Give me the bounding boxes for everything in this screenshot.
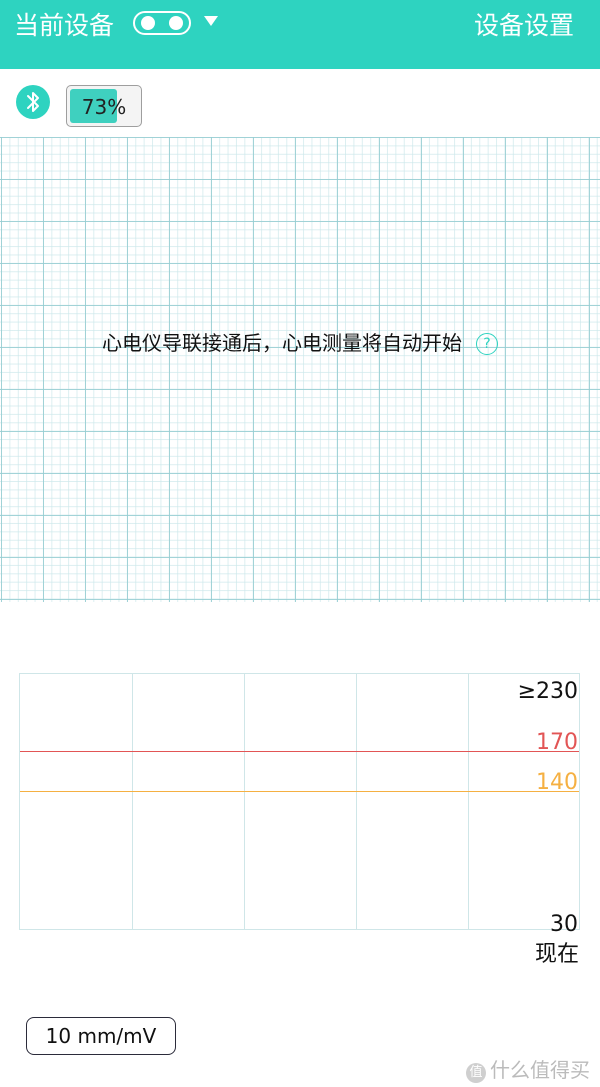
bluetooth-glyph [27,92,39,112]
status-row: 73% [0,69,600,137]
current-device-title[interactable]: 当前设备 [14,6,114,42]
device-settings-button[interactable]: 设备设置 [474,6,574,42]
chart-gridline [468,674,469,929]
top-bar: 当前设备 设备设置 [0,0,600,69]
scale-button[interactable]: 10 mm/mV [26,1017,176,1055]
chart-gridline [132,674,133,929]
battery-indicator: 73% [66,85,142,127]
label-high: 170 [536,730,578,755]
watermark: 值什么值得买 [466,1054,590,1083]
toggle-dot-right [169,16,183,30]
help-icon[interactable]: ? [476,333,498,355]
ecg-message: 心电仪导联接通后，心电测量将自动开始 [102,331,462,355]
toggle-dot-left [141,16,155,30]
watermark-logo-icon: 值 [466,1063,486,1083]
label-min: 30 [550,912,578,937]
threshold-line-mid [20,791,579,792]
heart-rate-chart: ≥230 170 140 30 [19,673,580,937]
chart-gridline [244,674,245,929]
chart-gridline [356,674,357,929]
ecg-instruction: 心电仪导联接通后，心电测量将自动开始? [0,327,600,356]
caret-down-icon[interactable] [204,16,218,26]
label-max: ≥230 [517,679,578,704]
watermark-text: 什么值得买 [490,1058,590,1082]
threshold-line-high [20,751,579,752]
label-mid: 140 [536,770,578,795]
bluetooth-icon[interactable] [16,85,50,119]
battery-percent: 73% [81,95,127,119]
label-now: 现在 [534,942,579,967]
device-toggle[interactable] [133,11,191,35]
ecg-grid: 心电仪导联接通后，心电测量将自动开始? [0,137,600,602]
